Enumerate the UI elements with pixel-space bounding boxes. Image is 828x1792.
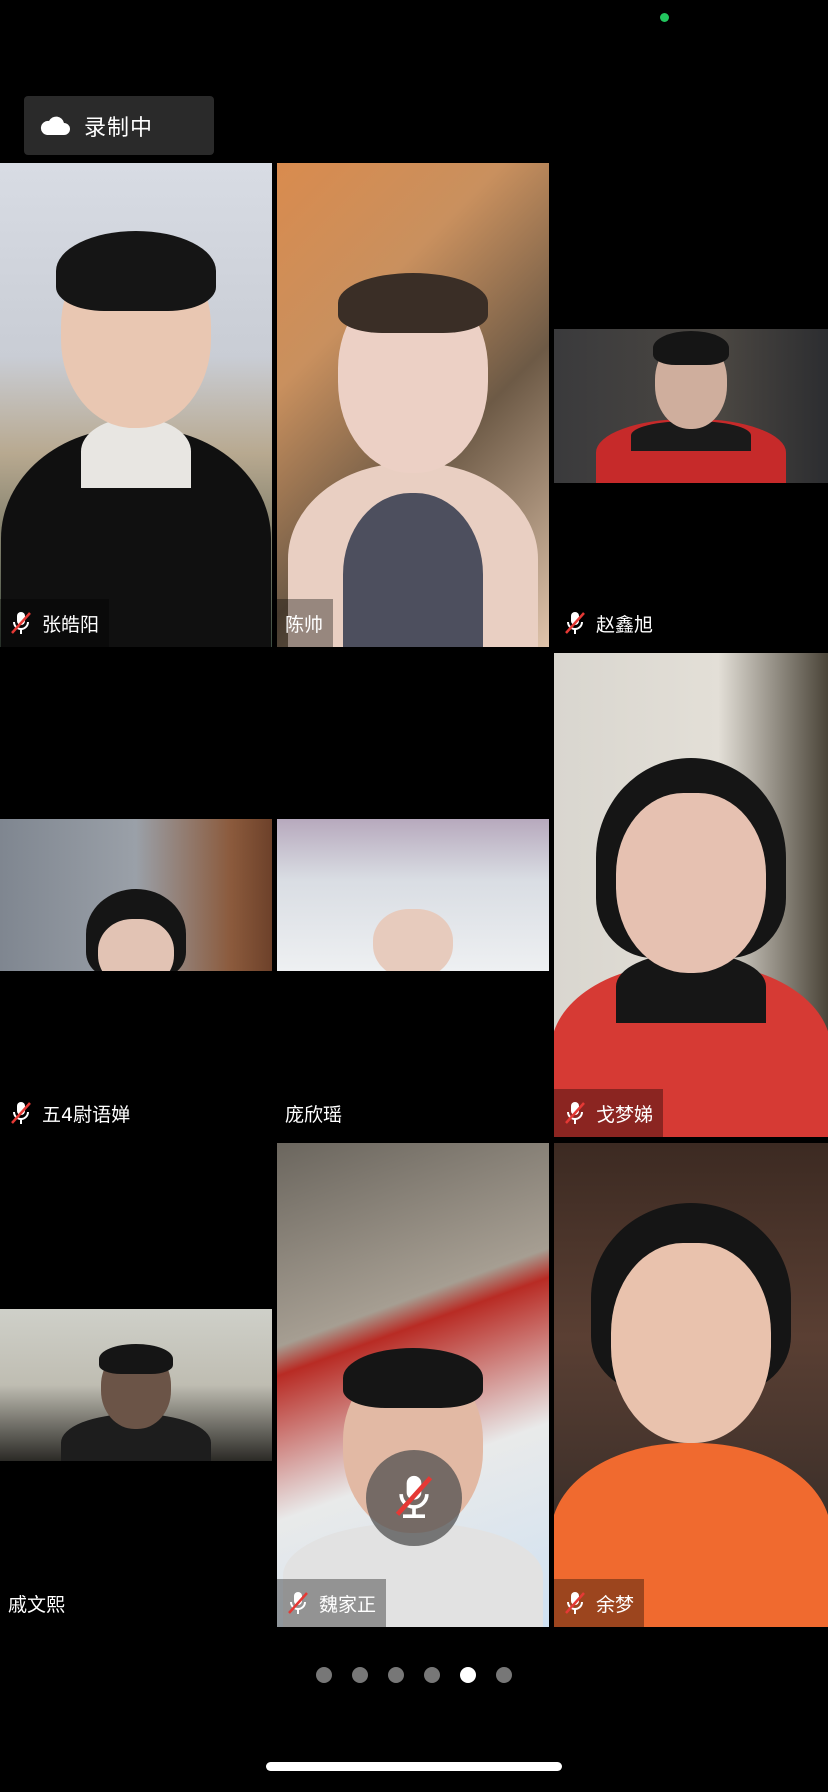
mic-muted-icon bbox=[562, 1099, 588, 1127]
mic-muted-icon bbox=[8, 1099, 34, 1127]
participant-name-tag: 戈梦娣 bbox=[554, 1089, 664, 1137]
participant-name: 陈帅 bbox=[285, 613, 324, 636]
participant-name: 魏家正 bbox=[319, 1593, 377, 1616]
page-dot[interactable] bbox=[424, 1667, 440, 1683]
participant-name: 余梦 bbox=[596, 1593, 635, 1616]
participant-video bbox=[277, 1143, 549, 1627]
participant-name-tag: 余梦 bbox=[554, 1579, 645, 1627]
home-indicator[interactable] bbox=[266, 1762, 562, 1771]
participant-name-tag: 赵鑫旭 bbox=[554, 599, 663, 647]
participant-name: 赵鑫旭 bbox=[596, 613, 654, 636]
participant-tile[interactable]: 五4尉语婵 bbox=[0, 653, 272, 1137]
participant-tile[interactable]: 余梦 bbox=[554, 1143, 828, 1627]
mic-muted-icon bbox=[392, 1470, 436, 1526]
participant-tile[interactable]: 张皓阳 bbox=[0, 163, 272, 647]
participant-video bbox=[554, 329, 828, 483]
participant-video bbox=[554, 653, 828, 1137]
participant-tile[interactable]: 庞欣瑶 bbox=[277, 653, 549, 1137]
participant-name-tag: 庞欣瑶 bbox=[277, 1089, 352, 1137]
mic-muted-icon bbox=[562, 609, 588, 637]
participant-tile[interactable]: 赵鑫旭 bbox=[554, 163, 828, 647]
participant-name-tag: 魏家正 bbox=[277, 1579, 387, 1627]
participant-video bbox=[277, 819, 549, 971]
mic-muted-icon bbox=[562, 1589, 588, 1617]
participant-video bbox=[0, 819, 272, 971]
participant-tile[interactable]: 戚文熙 bbox=[0, 1143, 272, 1627]
page-dot[interactable] bbox=[352, 1667, 368, 1683]
participant-name: 戈梦娣 bbox=[596, 1103, 654, 1126]
participant-video bbox=[0, 1309, 272, 1461]
participant-video bbox=[0, 163, 272, 647]
cloud-icon bbox=[38, 114, 72, 138]
participant-name: 张皓阳 bbox=[42, 613, 100, 636]
participant-video bbox=[277, 163, 549, 647]
participant-name: 庞欣瑶 bbox=[285, 1103, 343, 1126]
page-dot[interactable] bbox=[388, 1667, 404, 1683]
participant-video bbox=[554, 1143, 828, 1627]
participant-tile[interactable]: 魏家正 bbox=[277, 1143, 549, 1627]
participant-name-tag: 戚文熙 bbox=[0, 1579, 75, 1627]
page-dot[interactable] bbox=[316, 1667, 332, 1683]
page-dot-active[interactable] bbox=[460, 1667, 476, 1683]
participant-name-tag: 陈帅 bbox=[277, 599, 334, 647]
recording-badge[interactable]: 录制中 bbox=[24, 96, 214, 155]
page-dot[interactable] bbox=[496, 1667, 512, 1683]
page-indicator[interactable] bbox=[0, 1667, 828, 1683]
participant-name: 戚文熙 bbox=[8, 1593, 66, 1616]
mic-muted-icon bbox=[8, 609, 34, 637]
self-mic-toggle-button[interactable] bbox=[366, 1450, 462, 1546]
participant-tile[interactable]: 戈梦娣 bbox=[554, 653, 828, 1137]
participant-tile[interactable]: 陈帅 bbox=[277, 163, 549, 647]
recording-label: 录制中 bbox=[84, 115, 154, 141]
participant-name: 五4尉语婵 bbox=[42, 1103, 131, 1126]
participant-name-tag: 五4尉语婵 bbox=[0, 1089, 140, 1137]
status-indicator-dot bbox=[660, 13, 669, 22]
participant-name-tag: 张皓阳 bbox=[0, 599, 110, 647]
mic-muted-icon bbox=[285, 1589, 311, 1617]
